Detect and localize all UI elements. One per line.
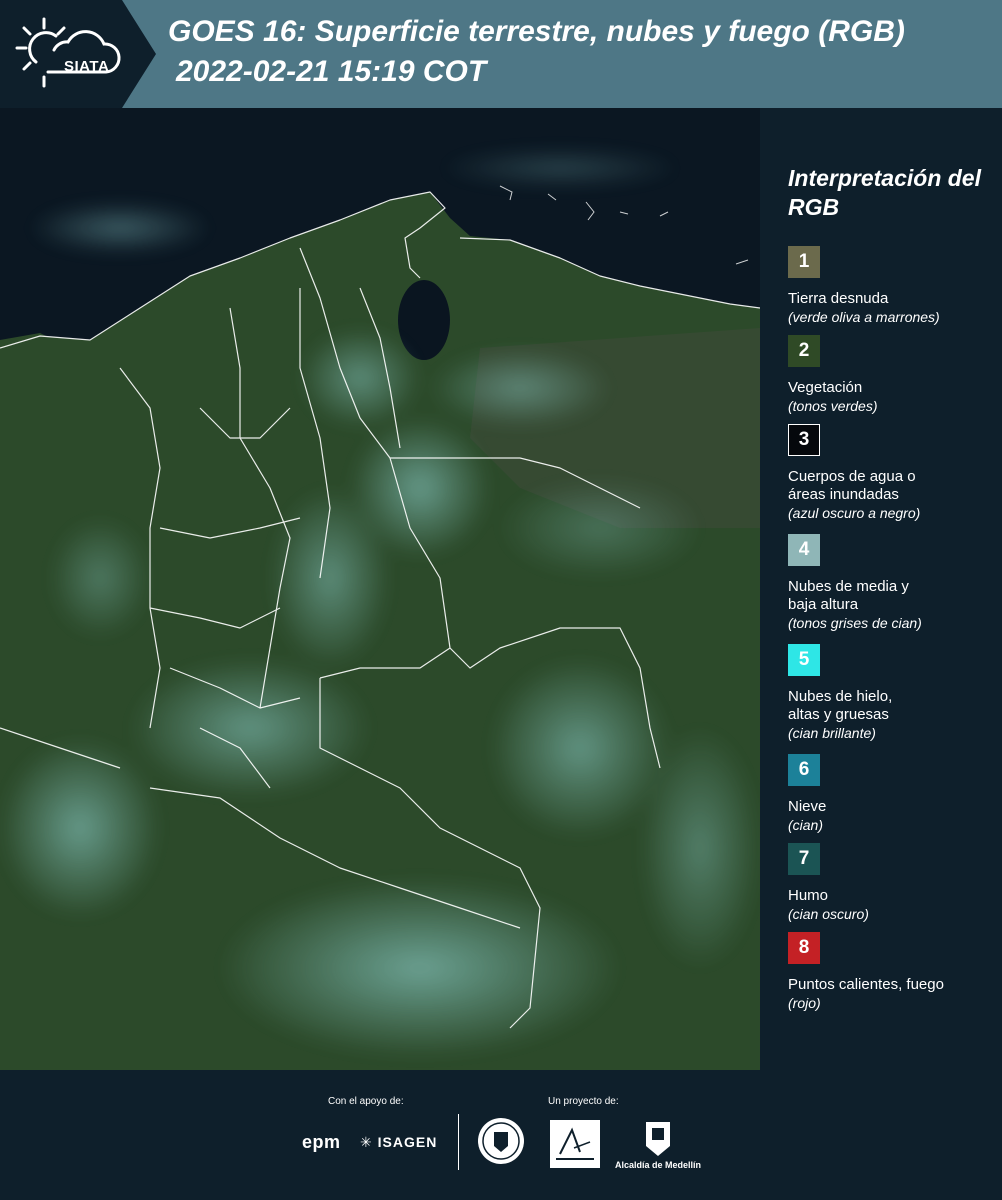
footer-divider — [458, 1114, 459, 1170]
logo-text: SIATA — [64, 58, 110, 75]
legend-swatch: 3 — [788, 424, 820, 456]
project-label: Un proyecto de: — [548, 1096, 619, 1107]
legend-swatch: 6 — [788, 754, 820, 786]
swatch-number: 7 — [798, 848, 810, 869]
legend-item-smoke: 7 Humo (cian oscuro) — [788, 843, 1000, 923]
legend-desc: (cian brillante) — [788, 725, 876, 741]
isagen-icon: ✳ — [360, 1134, 373, 1150]
legend-swatch: 2 — [788, 335, 820, 367]
legend-swatch: 8 — [788, 932, 820, 964]
area-metropolitana-logo — [550, 1120, 600, 1168]
page-timestamp: 2022-02-21 15:19 COT — [176, 55, 487, 88]
satellite-rgb-image — [0, 108, 760, 1070]
university-seal-icon — [478, 1118, 524, 1164]
legend-label: Nubes de hielo, altas y gruesas — [788, 688, 893, 723]
legend-item-water: 3 Cuerpos de agua o áreas inundadas (azu… — [788, 424, 1000, 522]
legend-item-vegetation: 2 Vegetación (tonos verdes) — [788, 335, 1000, 415]
swatch-number: 4 — [798, 539, 810, 560]
legend-item-fire: 8 Puntos calientes, fuego (rojo) — [788, 932, 1000, 1012]
siata-logo: SIATA — [14, 14, 124, 94]
legend-label: Nubes de media y baja altura — [788, 578, 909, 613]
support-label: Con el apoyo de: — [328, 1096, 404, 1107]
coat-of-arms-icon — [646, 1122, 670, 1156]
page-title: GOES 16: Superficie terrestre, nubes y f… — [168, 15, 905, 48]
isagen-logo: ✳ ISAGEN — [360, 1134, 437, 1151]
swatch-number: 6 — [798, 759, 810, 780]
legend-label: Puntos calientes, fuego — [788, 976, 944, 993]
footer: Con el apoyo de: Un proyecto de: epm ✳ I… — [0, 1070, 1002, 1200]
swatch-number: 5 — [798, 649, 810, 670]
swatch-number: 1 — [798, 251, 810, 272]
legend-item-mid-low-clouds: 4 Nubes de media y baja altura (tonos gr… — [788, 534, 1000, 632]
legend-item-bare-soil: 1 Tierra desnuda (verde oliva a marrones… — [788, 246, 1000, 326]
header: SIATA GOES 16: Superficie terrestre, nub… — [0, 0, 1002, 108]
legend-desc: (verde oliva a marrones) — [788, 309, 940, 325]
legend-swatch: 7 — [788, 843, 820, 875]
satellite-map — [0, 108, 760, 1070]
legend-item-ice-clouds: 5 Nubes de hielo, altas y gruesas (cian … — [788, 644, 1000, 742]
legend-swatch: 1 — [788, 246, 820, 278]
alcaldia-logo: Alcaldía de Medellín — [610, 1118, 706, 1178]
legend-swatch: 5 — [788, 644, 820, 676]
alcaldia-text: Alcaldía de Medellín — [614, 1160, 702, 1170]
sun-cloud-icon — [15, 17, 121, 88]
legend-label: Vegetación — [788, 379, 863, 396]
legend-label: Nieve — [788, 798, 827, 815]
legend-title: Interpretación del RGB — [788, 165, 981, 220]
legend-label: Humo — [788, 887, 829, 904]
swatch-number: 3 — [798, 429, 810, 450]
epm-logo: epm — [302, 1132, 341, 1152]
legend-swatch: 4 — [788, 534, 820, 566]
legend-desc: (cian) — [788, 817, 824, 833]
legend-desc: (tonos verdes) — [788, 398, 878, 414]
legend-item-snow: 6 Nieve (cian) — [788, 754, 1000, 834]
isagen-text: ISAGEN — [377, 1134, 438, 1150]
legend-desc: (rojo) — [788, 995, 821, 1011]
legend-panel: Interpretación del RGB 1 Tierra desnuda … — [760, 108, 1002, 1070]
legend-label: Tierra desnuda — [788, 290, 889, 307]
legend-label: Cuerpos de agua o áreas inundadas — [788, 468, 916, 503]
legend-desc: (cian oscuro) — [788, 906, 869, 922]
legend-desc: (azul oscuro a negro) — [788, 505, 921, 521]
swatch-number: 8 — [798, 937, 810, 958]
legend-desc: (tonos grises de cian) — [788, 615, 922, 631]
swatch-number: 2 — [798, 340, 810, 361]
